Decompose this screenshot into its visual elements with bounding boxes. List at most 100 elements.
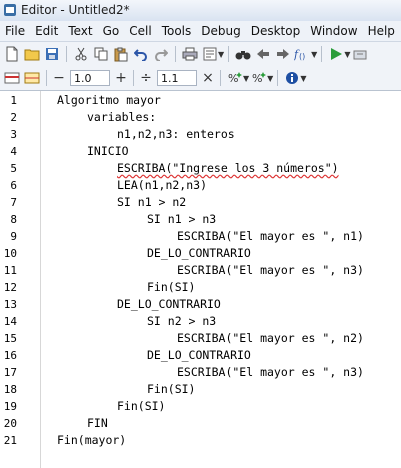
- percent-sparkle-icon: %: [252, 72, 267, 85]
- info-icon: [286, 72, 299, 84]
- toolbar-separator: [175, 46, 176, 62]
- new-file-button[interactable]: [2, 44, 22, 64]
- toolbar-separator: [133, 70, 134, 86]
- eval-cell-button[interactable]: [22, 68, 42, 88]
- function-button[interactable]: f(): [293, 44, 313, 64]
- open-file-button[interactable]: [22, 44, 42, 64]
- undo-icon: [134, 49, 147, 61]
- cell-tools-button-1[interactable]: %: [225, 68, 245, 88]
- run-button[interactable]: [326, 44, 346, 64]
- binoculars-icon: [235, 51, 251, 60]
- redo-icon: [155, 49, 168, 61]
- redo-button[interactable]: [151, 44, 171, 64]
- menu-desktop[interactable]: Desktop: [246, 24, 306, 38]
- line-number: 1: [10, 94, 17, 107]
- code-line: INICIO: [87, 144, 129, 158]
- undo-button[interactable]: [131, 44, 151, 64]
- printer-icon: [182, 47, 198, 61]
- line-number-gutter: 1 2 3 4 5 6 7 8 9 10 11 12 13 14 15 16 1…: [0, 91, 26, 468]
- menu-bar: File Edit Text Go Cell Tools Debug Deskt…: [0, 21, 401, 42]
- code-line: ESCRIBA("El mayor es ", n1): [177, 229, 364, 243]
- menu-edit[interactable]: Edit: [30, 24, 63, 38]
- cell-tools-button-2[interactable]: %: [249, 68, 269, 88]
- arrow-right-icon: [277, 49, 290, 59]
- code-line: Fin(SI): [147, 280, 196, 294]
- document-lines-icon: [203, 47, 217, 61]
- cut-button[interactable]: [71, 44, 91, 64]
- code-editor[interactable]: 1 2 3 4 5 6 7 8 9 10 11 12 13 14 15 16 1…: [0, 91, 401, 468]
- line-number: 11: [3, 264, 17, 277]
- line-number: 10: [3, 247, 17, 260]
- code-line: n1,n2,n3: enteros: [117, 127, 235, 141]
- code-line: variables:: [87, 110, 157, 124]
- menu-file[interactable]: File: [0, 24, 30, 38]
- menu-tools[interactable]: Tools: [157, 24, 197, 38]
- line-number: 3: [10, 128, 17, 141]
- code-line: DE_LO_CONTRARIO: [147, 348, 251, 362]
- menu-go[interactable]: Go: [98, 24, 125, 38]
- code-line: Algoritmo mayor: [57, 93, 161, 107]
- code-line: DE_LO_CONTRARIO: [117, 297, 221, 311]
- menu-cell[interactable]: Cell: [124, 24, 156, 38]
- toolbar-separator: [228, 46, 230, 62]
- new-file-icon: [6, 46, 18, 62]
- code-line: ESCRIBA("Ingrese los 3 números"): [117, 161, 339, 175]
- matlab-icon: [4, 4, 16, 16]
- cell-mode-button[interactable]: [2, 68, 22, 88]
- code-line: ESCRIBA("El mayor es ", n3): [177, 365, 364, 379]
- code-line: Fin(SI): [117, 399, 166, 413]
- main-toolbar: ▼ f() ▼ ▼: [0, 42, 401, 67]
- line-number: 7: [10, 196, 17, 209]
- copy-button[interactable]: [91, 44, 111, 64]
- code-line: DE_LO_CONTRARIO: [147, 246, 251, 260]
- chevron-down-icon[interactable]: ▼: [300, 74, 306, 83]
- forward-button[interactable]: [273, 44, 293, 64]
- decrement-icon[interactable]: −: [51, 70, 67, 86]
- save-button[interactable]: [42, 44, 62, 64]
- cell-toolbar: − 1.0 + ÷ 1.1 × % ▼ % ▼ ▼: [0, 66, 401, 91]
- copy-icon: [94, 47, 108, 61]
- scissors-icon: [75, 47, 87, 61]
- find-button[interactable]: [233, 44, 253, 64]
- cell-step-input-2[interactable]: 1.1: [157, 70, 197, 86]
- menu-help[interactable]: Help: [363, 24, 400, 38]
- menu-window[interactable]: Window: [305, 24, 362, 38]
- line-number: 8: [10, 213, 17, 226]
- run-icon: [331, 48, 343, 60]
- line-number: 21: [3, 434, 17, 447]
- paste-button[interactable]: [111, 44, 131, 64]
- toolbar-separator: [46, 70, 47, 86]
- divide-icon[interactable]: ÷: [138, 70, 154, 86]
- cell-step-input-1[interactable]: 1.0: [70, 70, 110, 86]
- clipboard-icon: [114, 47, 128, 61]
- title-bar: Editor - Untitled2*: [0, 0, 401, 22]
- chevron-down-icon[interactable]: ▼: [311, 50, 317, 59]
- line-number: 17: [3, 366, 17, 379]
- toolbar-separator: [220, 70, 221, 86]
- code-line: Fin(mayor): [57, 433, 127, 447]
- code-line: SI n1 > n2: [117, 195, 187, 209]
- percent-sparkle-icon: %: [228, 72, 242, 85]
- chevron-down-icon[interactable]: ▼: [267, 74, 273, 83]
- chevron-down-icon[interactable]: ▼: [218, 50, 224, 59]
- comment-button[interactable]: [200, 44, 220, 64]
- code-line: SI n2 > n3: [147, 314, 217, 328]
- menu-text[interactable]: Text: [63, 24, 97, 38]
- cell-run-icon: [24, 72, 40, 84]
- increment-icon[interactable]: +: [113, 70, 129, 86]
- back-button[interactable]: [253, 44, 273, 64]
- toolbar-separator: [277, 70, 279, 86]
- toolbar-separator: [66, 46, 67, 62]
- cell-icon: [4, 72, 20, 84]
- info-button[interactable]: [282, 68, 302, 88]
- line-number: 6: [10, 179, 17, 192]
- multiply-icon[interactable]: ×: [200, 70, 216, 86]
- line-number: 13: [3, 298, 17, 311]
- code-line: ESCRIBA("El mayor es ", n2): [177, 331, 364, 345]
- line-number: 16: [3, 349, 17, 362]
- line-number: 19: [3, 400, 17, 413]
- print-button[interactable]: [180, 44, 200, 64]
- debug-button[interactable]: [350, 44, 370, 64]
- code-line: ESCRIBA("El mayor es ", n3): [177, 263, 364, 277]
- menu-debug[interactable]: Debug: [196, 24, 245, 38]
